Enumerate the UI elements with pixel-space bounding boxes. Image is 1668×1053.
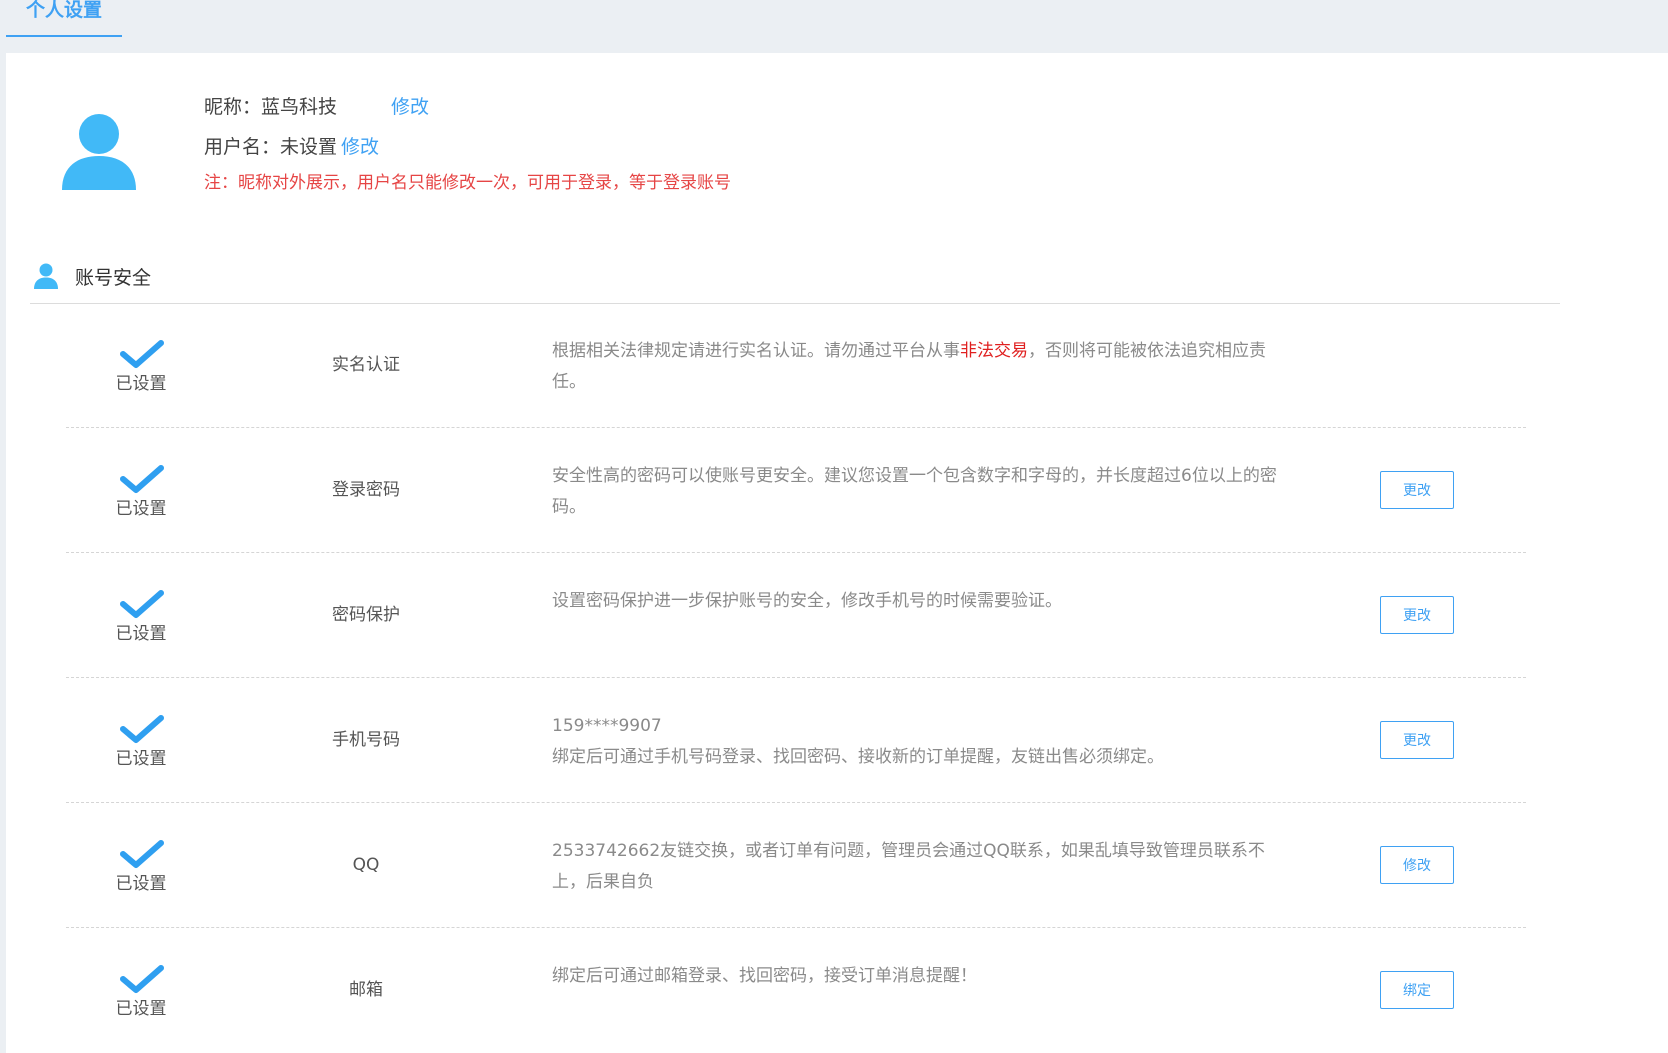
phone-description: 绑定后可通过手机号码登录、找回密码、接收新的订单提醒，友链出售必须绑定。: [552, 747, 1164, 767]
status-badge: 已设置: [115, 624, 167, 644]
row-title: 实名认证: [332, 355, 400, 375]
security-row-real-name: 已设置 实名认证 根据相关法律规定请进行实名认证。请勿通过平台从事非法交易，否则…: [66, 303, 1526, 428]
check-icon: [120, 590, 164, 618]
change-login-password-button[interactable]: 更改: [1380, 471, 1454, 509]
tab-personal-settings[interactable]: 个人设置: [6, 0, 122, 37]
username-value: 未设置: [280, 136, 338, 158]
row-title: 登录密码: [332, 480, 400, 500]
account-security-header: 账号安全: [30, 253, 1560, 304]
row-description: 绑定后可通过邮箱登录、找回密码，接受订单消息提醒！: [552, 966, 977, 986]
status-badge: 已设置: [115, 749, 167, 769]
row-description: 2533742662友链交换，或者订单有问题，管理员会通过QQ联系，如果乱填导致…: [552, 841, 1265, 892]
row-title: 密码保护: [332, 605, 400, 625]
username-label: 用户名：: [204, 136, 281, 158]
row-description: 安全性高的密码可以使账号更安全。建议您设置一个包含数字和字母的，并长度超过6位以…: [552, 466, 1277, 517]
phone-number: 159****9907: [552, 716, 662, 736]
settings-panel: 昵称：蓝鸟科技 修改 用户名：未设置 修改 注：昵称对外展示，用户名只能修改一次，可…: [6, 53, 1668, 1053]
bind-email-button[interactable]: 绑定: [1380, 971, 1454, 1009]
edit-qq-button[interactable]: 修改: [1380, 846, 1454, 884]
change-password-protection-button[interactable]: 更改: [1380, 596, 1454, 634]
security-row-phone: 已设置 手机号码 159****9907 绑定后可通过手机号码登录、找回密码、接…: [66, 678, 1526, 803]
row-title: QQ: [352, 855, 380, 875]
description-text: 根据相关法律规定请进行实名认证。请勿通过平台从事: [552, 341, 960, 361]
tab-bar: 个人设置: [0, 0, 1668, 53]
security-list: 已设置 实名认证 根据相关法律规定请进行实名认证。请勿通过平台从事非法交易，否则…: [66, 303, 1526, 1052]
check-icon: [120, 465, 164, 493]
row-title: 邮箱: [349, 980, 383, 1000]
nickname-value: 蓝鸟科技: [261, 96, 338, 118]
user-icon: [34, 263, 58, 289]
security-row-qq: 已设置 QQ 2533742662友链交换，或者订单有问题，管理员会通过QQ联系…: [66, 803, 1526, 928]
check-icon: [120, 840, 164, 868]
nickname-row: 昵称：蓝鸟科技 修改: [204, 94, 429, 120]
warning-text: 非法交易: [960, 341, 1028, 361]
profile-note: 注：昵称对外展示，用户名只能修改一次，可用于登录，等于登录账号: [204, 173, 731, 193]
edit-username-link[interactable]: 修改: [341, 136, 379, 158]
row-description: 设置密码保护进一步保护账号的安全，修改手机号的时候需要验证。: [552, 591, 1062, 611]
row-description: 159****9907 绑定后可通过手机号码登录、找回密码、接收新的订单提醒，友…: [552, 711, 1292, 773]
status-badge: 已设置: [115, 499, 167, 519]
nickname-label: 昵称：: [204, 96, 262, 118]
check-icon: [120, 965, 164, 993]
username-row: 用户名：未设置 修改: [204, 134, 379, 160]
security-row-password-protection: 已设置 密码保护 设置密码保护进一步保护账号的安全，修改手机号的时候需要验证。 …: [66, 553, 1526, 678]
security-row-email: 已设置 邮箱 绑定后可通过邮箱登录、找回密码，接受订单消息提醒！ 绑定: [66, 928, 1526, 1052]
status-badge: 已设置: [115, 874, 167, 894]
row-description: 根据相关法律规定请进行实名认证。请勿通过平台从事非法交易，否则将可能被依法追究相…: [552, 336, 1292, 398]
check-icon: [120, 715, 164, 743]
user-avatar-icon: [62, 114, 136, 190]
row-title: 手机号码: [332, 730, 400, 750]
account-security-title: 账号安全: [75, 267, 152, 289]
status-badge: 已设置: [115, 999, 167, 1019]
change-phone-button[interactable]: 更改: [1380, 721, 1454, 759]
security-row-login-password: 已设置 登录密码 安全性高的密码可以使账号更安全。建议您设置一个包含数字和字母的…: [66, 428, 1526, 553]
status-badge: 已设置: [115, 374, 167, 394]
check-icon: [120, 340, 164, 368]
edit-nickname-link[interactable]: 修改: [391, 96, 429, 118]
